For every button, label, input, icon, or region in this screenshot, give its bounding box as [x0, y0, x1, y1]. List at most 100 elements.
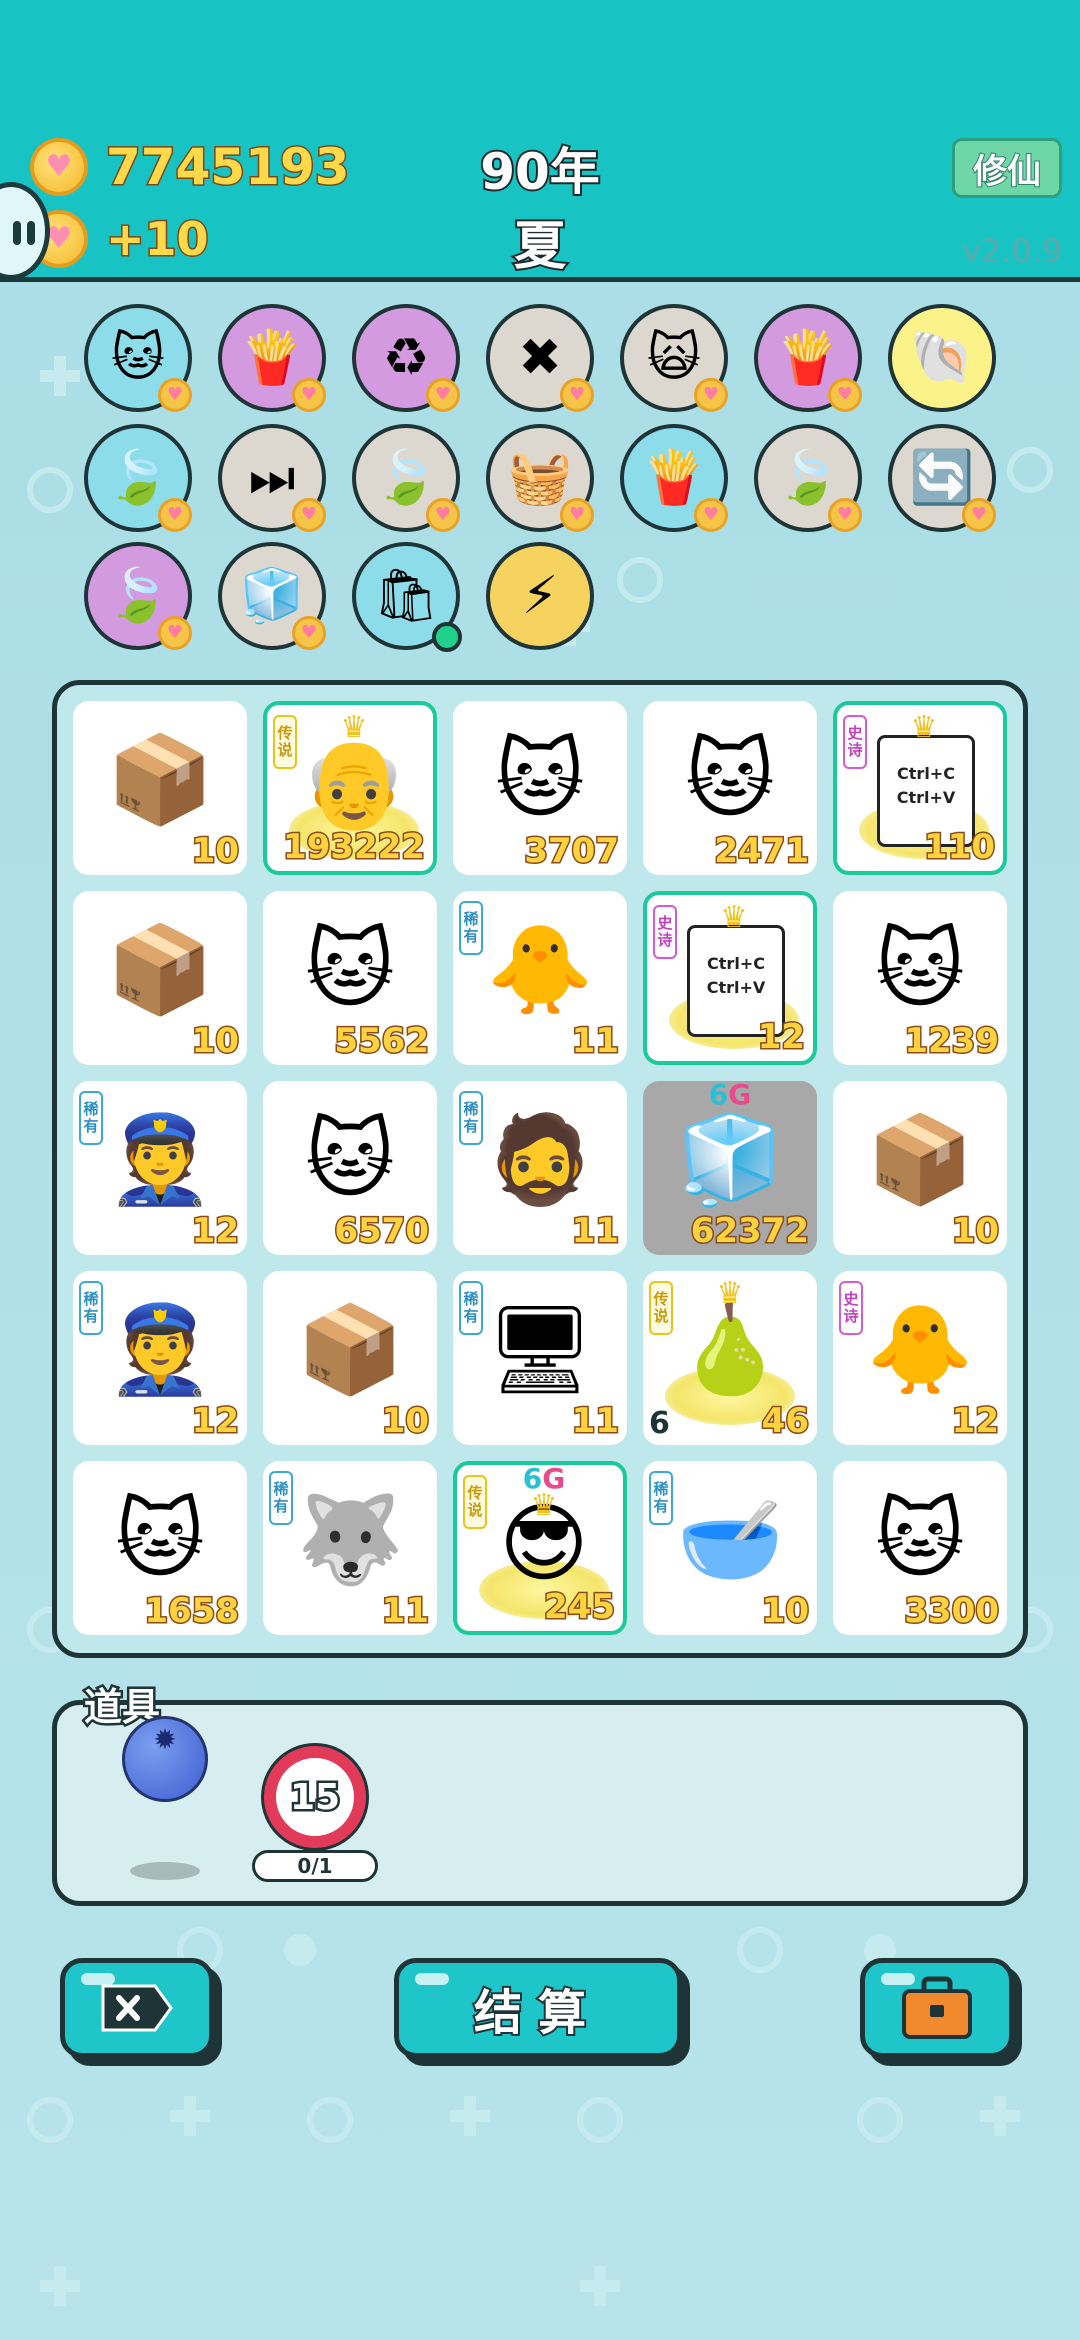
- box-icon: 📦: [296, 1300, 404, 1400]
- board-cell[interactable]: 🐱 6570: [263, 1081, 437, 1255]
- rarity-tag: 史诗: [653, 905, 677, 959]
- settle-button-label: 结算: [472, 1983, 602, 2043]
- board-cell[interactable]: 🥣 稀有 10: [643, 1461, 817, 1635]
- rarity-tag: 稀有: [459, 901, 483, 955]
- rarity-tag: 传说: [649, 1281, 673, 1335]
- heart-badge-icon: ♥: [694, 378, 728, 412]
- box-icon: 📦: [106, 920, 214, 1020]
- fries-icon[interactable]: 🍟 ♥: [218, 304, 326, 412]
- cat-icon: 🐱: [305, 920, 395, 1020]
- delete-tag-icon[interactable]: ✖ ♥: [486, 304, 594, 412]
- card-text: Ctrl+V: [706, 978, 766, 997]
- cat-icon: 🐱: [875, 920, 965, 1020]
- card-text: Ctrl+C: [707, 954, 765, 973]
- settle-button[interactable]: 结算: [394, 1958, 682, 2058]
- board-cell[interactable]: 🐱 3707: [453, 701, 627, 875]
- bag-button[interactable]: [860, 1958, 1014, 2058]
- cell-count: 10: [380, 1400, 430, 1443]
- board-cell[interactable]: 👮 稀有 12: [73, 1271, 247, 1445]
- sixg-six: 6: [708, 1081, 729, 1111]
- cell-count: 62372: [689, 1210, 810, 1253]
- board-cell[interactable]: 📦 10: [73, 701, 247, 875]
- card-text: Ctrl+V: [896, 788, 956, 807]
- cell-level: 6: [649, 1406, 670, 1441]
- board-cell[interactable]: 📦 10: [833, 1081, 1007, 1255]
- limit-item-progress: 0/1: [252, 1850, 378, 1882]
- leaf-icon[interactable]: 🍃 ♥: [754, 424, 862, 532]
- board-cell[interactable]: 🧔 稀有 11: [453, 1081, 627, 1255]
- box-icon: 📦: [106, 730, 214, 830]
- board-cell[interactable]: 🐱 3300: [833, 1461, 1007, 1635]
- heart-badge-icon: ♥: [828, 378, 862, 412]
- board-cell[interactable]: Ctrl+C Ctrl+V ♛ 史诗 110: [833, 701, 1007, 875]
- game-board: 📦 10 👴 ♛ 传说 193222 🐱 3707 🐱 2471 Ctrl+C Ctrl+V ♛ 史诗 11…: [52, 680, 1028, 1658]
- heart-badge-icon: ♥: [426, 498, 460, 532]
- speed-limit-item[interactable]: 15: [264, 1746, 366, 1848]
- cat-icon: 🐱: [115, 1490, 205, 1590]
- refresh-icon[interactable]: 🔄 ♥: [888, 424, 996, 532]
- board-cell[interactable]: 🐱 1239: [833, 891, 1007, 1065]
- heart-badge-icon: ♥: [962, 498, 996, 532]
- rarity-tag: 稀有: [459, 1091, 483, 1145]
- blueberry-shadow: [130, 1862, 200, 1880]
- heart-badge-icon: ♥: [158, 378, 192, 412]
- board-cell[interactable]: 🍐 ♛ 传说 6 46: [643, 1271, 817, 1445]
- cat-skill-icon[interactable]: 🐱 ♥: [84, 304, 192, 412]
- sixg-g: G: [542, 1462, 566, 1495]
- cell-count: 11: [570, 1400, 620, 1443]
- board-cell[interactable]: 👴 ♛ 传说 193222: [263, 701, 437, 875]
- board-cell[interactable]: 🐺 稀有 11: [263, 1461, 437, 1635]
- fridge-icon: 🧊: [676, 1110, 784, 1210]
- fries-icon[interactable]: 🍟 ♥: [620, 424, 728, 532]
- card-text: Ctrl+C: [897, 764, 955, 783]
- active-dot: [432, 622, 462, 652]
- board-cell[interactable]: 🐥 史诗 12: [833, 1271, 1007, 1445]
- board-cell[interactable]: 😎 ♛ 6G 传说 245: [453, 1461, 627, 1635]
- xiuxian-button[interactable]: 修仙: [952, 138, 1062, 198]
- basket-icon[interactable]: 🧺 ♥: [486, 424, 594, 532]
- board-cell[interactable]: 📦 10: [73, 891, 247, 1065]
- heart-badge-icon: ♥: [560, 378, 594, 412]
- board-cell[interactable]: Ctrl+C Ctrl+V ♛ 史诗 12: [643, 891, 817, 1065]
- shell-icon[interactable]: 🐚: [888, 304, 996, 412]
- cell-count: 11: [570, 1020, 620, 1063]
- fries-icon[interactable]: 🍟 ♥: [754, 304, 862, 412]
- garbage-bag-icon[interactable]: 🛍: [352, 542, 462, 652]
- delete-button[interactable]: [60, 1958, 214, 2058]
- skip-icon[interactable]: ⏭ ♥: [218, 424, 326, 532]
- rarity-tag: 史诗: [843, 715, 867, 769]
- version-label: v2.0.9: [962, 232, 1063, 270]
- board-cell[interactable]: 🐱 5562: [263, 891, 437, 1065]
- cell-count: 10: [190, 830, 240, 873]
- leaf-icon[interactable]: 🍃 ♥: [84, 542, 192, 650]
- board-cell[interactable]: 📦 10: [263, 1271, 437, 1445]
- heart-badge-icon: ♥: [292, 498, 326, 532]
- board-cell[interactable]: 👮 稀有 12: [73, 1081, 247, 1255]
- cell-count: 10: [950, 1210, 1000, 1253]
- board-cell[interactable]: 🧊 6G 62372: [643, 1081, 817, 1255]
- box-icon: 📦: [866, 1110, 974, 1210]
- cell-count: 1658: [143, 1590, 241, 1633]
- cat-icon: 🐱: [685, 730, 775, 830]
- sugar-cubes-icon[interactable]: 🧊 ♥: [218, 542, 326, 650]
- board-cell[interactable]: 🐱 2471: [643, 701, 817, 875]
- cell-count: 110: [923, 826, 997, 869]
- board-cell[interactable]: 🖥 稀有 11: [453, 1271, 627, 1445]
- leaf-icon[interactable]: 🍃 ♥: [352, 424, 460, 532]
- leaf-icon[interactable]: 🍃 ♥: [84, 424, 192, 532]
- recycle-icon[interactable]: ♻ ♥: [352, 304, 460, 412]
- lightning-icon[interactable]: ⚡: [486, 542, 594, 650]
- briefcase-icon: [902, 1976, 972, 2039]
- blueberry-item-icon[interactable]: ✹: [122, 1716, 208, 1802]
- sixg-g: G: [728, 1081, 752, 1111]
- heart-badge-icon: ♥: [828, 498, 862, 532]
- cell-count: 12: [950, 1400, 1000, 1443]
- cell-count: 193222: [282, 826, 427, 869]
- board-cell[interactable]: 🐱 1658: [73, 1461, 247, 1635]
- goggle-cats-icon[interactable]: 🙀 ♥: [620, 304, 728, 412]
- cell-count: 3707: [523, 830, 621, 873]
- board-cell[interactable]: 🐥 稀有 11: [453, 891, 627, 1065]
- cell-count: 5562: [333, 1020, 431, 1063]
- cell-count: 11: [380, 1590, 430, 1633]
- cell-count: 1239: [903, 1020, 1001, 1063]
